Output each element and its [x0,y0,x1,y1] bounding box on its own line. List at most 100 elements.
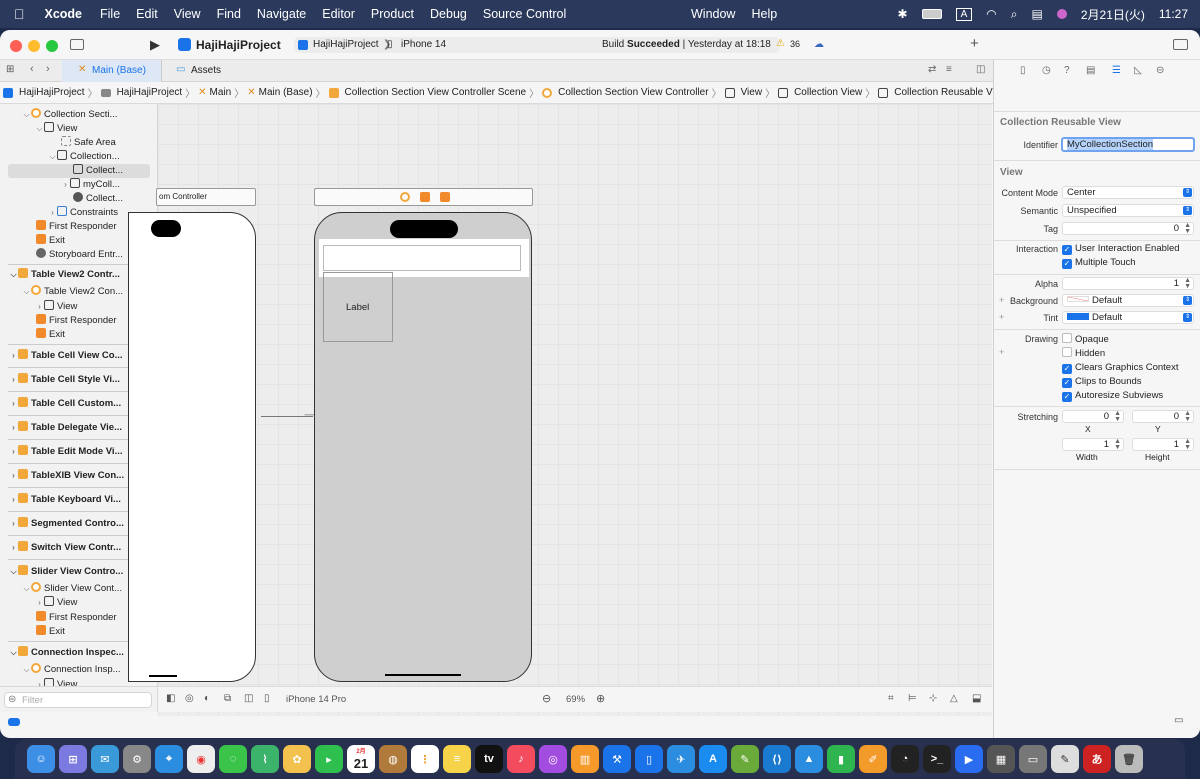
update-frames-icon[interactable]: ⌗ [888,693,894,704]
tab-assets[interactable]: ▭ Assets [162,60,252,82]
stretch-y-stepper[interactable]: 0 ▲ ▼ [1132,410,1194,423]
disclosure-down-icon[interactable]: ⌵ [9,565,18,579]
user-interaction-checkbox[interactable]: ✓ User Interaction Enabled [1062,243,1180,255]
input-source-indicator[interactable]: A [955,7,973,21]
spotlight-search-icon[interactable]: ⌕ [1011,7,1018,22]
photos-icon[interactable]: ✿ [283,745,311,773]
menu-find[interactable]: Find [209,7,249,21]
vscode-icon[interactable]: ⟨⟩ [763,745,791,773]
editor-options-icon[interactable]: ≡ [946,64,952,75]
menu-view[interactable]: View [166,7,209,21]
disclosure-down-icon[interactable]: ⌵ [22,582,31,596]
system-settings-icon[interactable]: ⚙ [123,745,151,773]
add-button-icon[interactable]: + [970,35,979,52]
inspector-toggle-icon[interactable] [1173,39,1188,50]
siri-icon[interactable] [1056,9,1067,19]
textedit-icon[interactable]: ✎ [1051,745,1079,773]
outline-toggle-icon[interactable]: ◧ [166,693,175,704]
stepper-arrows-icon[interactable]: ▲ ▼ [1184,222,1191,235]
launchpad-icon[interactable]: ⊞ [59,745,87,773]
swap-icon[interactable]: ⇄ [928,64,936,75]
pages-icon[interactable]: ✐ [859,745,887,773]
outline-filter-field[interactable]: ⊜ Filter [4,692,152,708]
minimize-window-button[interactable] [28,40,40,52]
cell-label[interactable]: Label [346,302,369,313]
warning-icon[interactable]: ⚠ [776,38,785,49]
tag-stepper[interactable]: 0 ▲ ▼ [1062,222,1194,235]
menubar-time[interactable]: 11:27 [1159,7,1188,21]
size-inspector-icon[interactable]: ◺ [1134,65,1142,76]
scene-dock[interactable] [314,188,533,206]
preview-icon[interactable]: ▭ [1019,745,1047,773]
menu-edit[interactable]: Edit [128,7,166,21]
add-variation-icon[interactable]: + [999,347,1004,357]
split-editor-icon[interactable]: ◫ [976,64,985,75]
control-center-icon[interactable]: ▤ [1032,7,1043,21]
calendar-icon[interactable]: 2月 21 [347,745,375,773]
collection-view-cell[interactable]: Label [323,272,393,342]
menu-debug[interactable]: Debug [422,7,475,21]
activity-monitor-icon[interactable]: ◔ [891,745,919,773]
close-window-button[interactable] [10,40,22,52]
zoom-level[interactable]: 69% [566,694,585,705]
breadcrumb-item-project[interactable]: HajiHajiProject [0,87,88,98]
stepper-arrows-icon[interactable]: ▲ ▼ [1114,410,1121,423]
menu-file[interactable]: File [92,7,128,21]
cloud-icon[interactable]: ☁ [814,39,824,50]
stepper-arrows-icon[interactable]: ▲ ▼ [1184,438,1191,451]
menubar-date[interactable]: 2月21日(火) [1081,6,1145,23]
interface-builder-canvas[interactable]: om Controller ⟶ Label [128,104,992,716]
outline-row[interactable]: ⌵ View [0,122,157,136]
appearance-icon[interactable]: ◐ [204,693,210,704]
mail-icon[interactable]: ✉ [91,745,119,773]
music-icon[interactable]: ♪ [507,745,535,773]
xcode-icon[interactable]: ⚒ [603,745,631,773]
left-scene-device[interactable] [128,212,256,682]
breadcrumb-item-view[interactable]: View [722,87,766,98]
breadcrumb-item-controller[interactable]: Collection Section View Controller [539,87,711,98]
chrome-icon[interactable]: ◉ [187,745,215,773]
menu-editor[interactable]: Editor [314,7,363,21]
battery-icon[interactable] [921,9,942,19]
orientation-icon[interactable]: ⧉ [224,693,231,704]
history-inspector-icon[interactable]: ◷ [1042,65,1051,76]
messages-icon[interactable]: ◌ [219,745,247,773]
sidebar-toggle-icon[interactable] [70,39,84,50]
bluetooth-icon[interactable]: ✱ [898,7,908,21]
disclosure-down-icon[interactable]: ⌵ [22,108,31,122]
zoom-window-button[interactable] [46,40,58,52]
disclosure-down-icon[interactable]: ⌵ [35,122,44,136]
dock-exit-icon[interactable] [440,192,450,202]
reminders-icon[interactable]: ⋮ [411,745,439,773]
hiragana-app-icon[interactable]: あ [1083,745,1111,773]
dock-first-responder-icon[interactable] [420,192,430,202]
tint-popup[interactable]: Default ⇕ [1062,311,1194,324]
disclosure-right-icon[interactable]: › [9,373,18,387]
multiple-touch-checkbox[interactable]: ✓ Multiple Touch [1062,257,1136,269]
zoom-in-icon[interactable]: ⊕ [596,692,605,705]
help-inspector-icon[interactable]: ? [1064,65,1070,76]
tab-main-base[interactable]: ✕ Main (Base) [62,60,162,82]
zoom-icon[interactable]: ▶ [955,745,983,773]
identifier-field[interactable]: MyCollectionSection [1061,137,1195,152]
debug-area-toggle-icon[interactable]: ▭ [1174,715,1183,726]
device-configuration[interactable]: iPhone 14 Pro [286,694,346,705]
disclosure-right-icon[interactable]: › [9,397,18,411]
disclosure-right-icon[interactable]: › [9,541,18,555]
outline-row[interactable]: ⌵ Collection Secti... [0,108,157,122]
forward-icon[interactable]: › [46,63,50,75]
alpha-stepper[interactable]: 1 ▲ ▼ [1062,277,1194,290]
disclosure-down-icon[interactable]: ⌵ [9,646,18,660]
simulator-icon[interactable]: ▯ [635,745,663,773]
project-title[interactable]: HajiHajiProject [196,38,281,52]
disclosure-right-icon[interactable]: › [9,445,18,459]
stepper-arrows-icon[interactable]: ▲ ▼ [1184,277,1191,290]
disclosure-right-icon[interactable]: › [9,349,18,363]
autoresize-subviews-checkbox[interactable]: ✓ Autoresize Subviews [1062,390,1163,402]
maps-icon[interactable]: ⌇ [251,745,279,773]
warning-count[interactable]: 36 [790,39,800,49]
stretch-width-stepper[interactable]: 1 ▲ ▼ [1062,438,1124,451]
outline-row[interactable]: Safe Area [0,136,157,150]
breadcrumb-item-collection-view[interactable]: Collection View [775,87,865,98]
resolve-issues-icon[interactable]: △ [950,693,958,704]
